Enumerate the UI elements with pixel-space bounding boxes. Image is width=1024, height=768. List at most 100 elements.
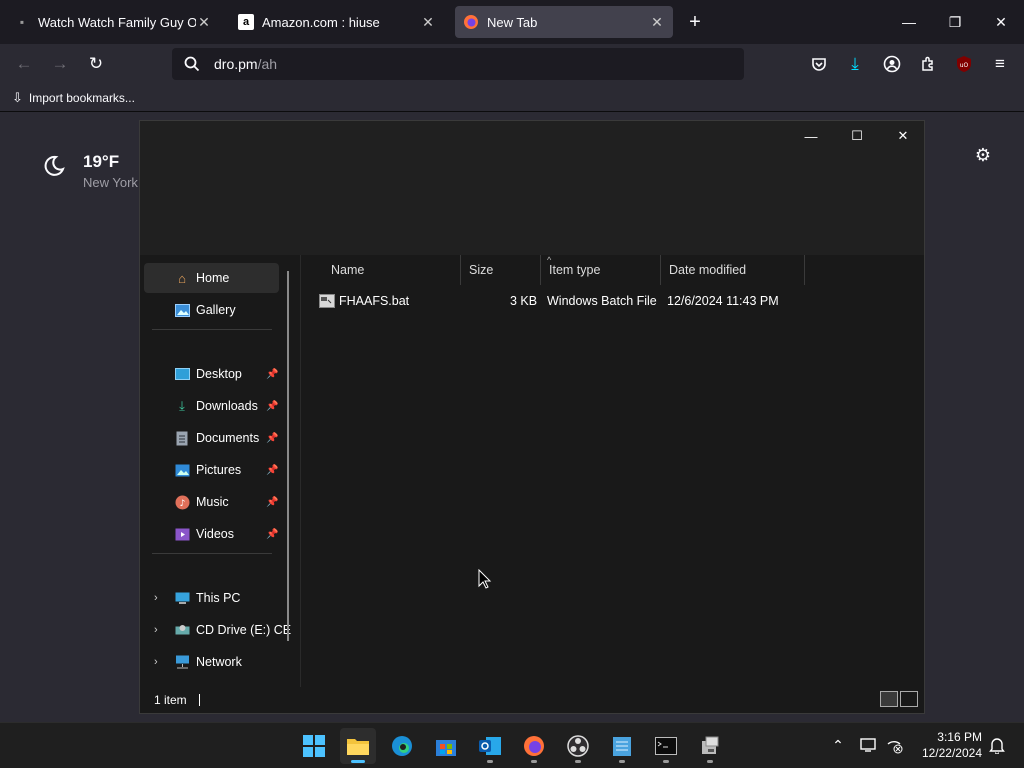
import-bookmarks-link[interactable]: Import bookmarks...	[29, 91, 135, 105]
forward-icon[interactable]: →	[44, 48, 76, 80]
restore-icon[interactable]: ❐	[932, 0, 978, 44]
display-icon[interactable]	[858, 734, 880, 756]
pin-icon: 📌	[266, 400, 279, 412]
file-date-modified: 12/6/2024 11:43 PM	[667, 294, 779, 308]
maximize-icon[interactable]: ☐	[834, 121, 880, 151]
system-clock[interactable]: 3:16 PM 12/22/2024	[912, 729, 982, 761]
tab-family-guy[interactable]: ▪ Watch Watch Family Guy Online ✕	[6, 6, 220, 38]
close-icon[interactable]: ✕	[880, 121, 926, 151]
running-indicator	[531, 760, 537, 763]
close-tab-icon[interactable]: ✕	[420, 14, 436, 31]
cd-drive-icon	[174, 622, 190, 638]
file-explorer-taskbar-icon[interactable]	[340, 728, 376, 764]
taskbar: ⌃ 3:16 PM 12/22/2024	[0, 722, 1024, 768]
chevron-right-icon[interactable]: ›	[154, 624, 158, 636]
firefox-icon	[463, 14, 479, 30]
navigation-pane: ⌂ Home Gallery Desktop 📌 ⤓ Downloads 📌 D…	[140, 255, 298, 687]
command-prompt-icon[interactable]	[648, 728, 684, 764]
nav-item-pictures[interactable]: Pictures 📌	[144, 455, 279, 485]
bell-icon[interactable]	[986, 734, 1008, 756]
pocket-icon[interactable]	[803, 48, 835, 80]
outlook-icon[interactable]	[472, 728, 508, 764]
nav-item-documents[interactable]: Documents 📌	[144, 423, 279, 453]
firefox-taskbar-icon[interactable]	[516, 728, 552, 764]
tab-amazon[interactable]: a Amazon.com : hiuse ✕	[230, 6, 444, 38]
bookmarks-toolbar: ⇩ Import bookmarks...	[0, 84, 1024, 112]
nav-item-this-pc[interactable]: › This PC	[144, 583, 279, 613]
column-header-size[interactable]: Size	[461, 255, 541, 285]
close-tab-icon[interactable]: ✕	[196, 14, 212, 31]
tab-title: Watch Watch Family Guy Online	[38, 14, 196, 30]
tiles-view-icon[interactable]	[900, 691, 918, 707]
nav-label: Music	[196, 495, 229, 509]
obs-icon[interactable]	[560, 728, 596, 764]
nav-item-videos[interactable]: Videos 📌	[144, 519, 279, 549]
nav-label: This PC	[196, 591, 241, 605]
running-indicator	[663, 760, 669, 763]
nav-item-desktop[interactable]: Desktop 📌	[144, 359, 279, 389]
nav-item-gallery[interactable]: Gallery	[144, 295, 279, 325]
details-view-icon[interactable]	[880, 691, 898, 707]
clock-date: 12/22/2024	[921, 746, 982, 760]
weather-location: New York	[83, 175, 138, 190]
back-icon[interactable]: ←	[8, 48, 40, 80]
file-size: 3 KB	[510, 294, 538, 308]
column-header-name[interactable]: Name	[323, 255, 461, 285]
downloads-icon[interactable]: ⤓	[839, 48, 871, 80]
start-windows-icon[interactable]	[296, 728, 332, 764]
running-indicator	[487, 760, 493, 763]
nav-label: Downloads	[196, 399, 258, 413]
file-row[interactable]: FHAAFS.bat 3 KB Windows Batch File 12/6/…	[317, 291, 797, 313]
running-indicator	[575, 760, 581, 763]
search-icon	[184, 56, 200, 72]
minimize-icon[interactable]: —	[886, 0, 932, 44]
chevron-right-icon[interactable]: ›	[154, 656, 158, 668]
network-status-icon[interactable]	[884, 734, 906, 756]
nav-item-downloads[interactable]: ⤓ Downloads 📌	[144, 391, 279, 421]
desktop-icon	[174, 366, 190, 382]
browser-toolbar: ← → ↻ dro.pm/ah ⤓ uO ≡	[0, 44, 1024, 84]
file-list: ^ Name Size Item type Date modified FHAA…	[300, 255, 924, 687]
nav-divider	[152, 329, 272, 330]
column-header-date-modified[interactable]: Date modified	[661, 255, 805, 285]
notepad-icon[interactable]	[604, 728, 640, 764]
close-window-icon[interactable]: ✕	[978, 0, 1024, 44]
column-header-type[interactable]: Item type	[541, 255, 661, 285]
address-bar[interactable]: dro.pm/ah	[172, 48, 744, 80]
nav-item-network[interactable]: › Network	[144, 647, 279, 677]
download-arrow-icon: ⤓	[179, 398, 185, 413]
new-tab-button[interactable]: +	[684, 10, 706, 34]
close-tab-icon[interactable]: ✕	[649, 14, 665, 31]
clock-time: 3:16 PM	[937, 730, 982, 744]
nav-item-cd-drive[interactable]: › CD Drive (E:) CE	[144, 615, 291, 645]
status-divider	[198, 694, 200, 706]
file-type: Windows Batch File	[547, 294, 657, 308]
gear-icon[interactable]: ⚙	[972, 144, 994, 166]
nav-item-home[interactable]: ⌂ Home	[144, 263, 279, 293]
reload-icon[interactable]: ↻	[80, 48, 112, 80]
nav-scrollbar[interactable]	[287, 271, 289, 641]
extensions-icon[interactable]	[912, 48, 944, 80]
pin-icon: 📌	[266, 496, 279, 508]
file-name: FHAAFS.bat	[339, 294, 410, 308]
nav-item-music[interactable]: ♪ Music 📌	[144, 487, 279, 517]
pin-icon: 📌	[266, 528, 279, 540]
weather-temperature: 19°F	[83, 152, 120, 171]
mouse-cursor-icon	[478, 569, 492, 589]
menu-icon[interactable]: ≡	[984, 48, 1016, 80]
setup-installer-icon[interactable]	[692, 728, 728, 764]
chevron-right-icon[interactable]: ›	[154, 592, 158, 604]
ublock-origin-icon[interactable]: uO	[948, 48, 980, 80]
running-indicator	[707, 760, 713, 763]
microsoft-store-icon[interactable]	[428, 728, 464, 764]
edge-icon[interactable]	[384, 728, 420, 764]
nav-label: Pictures	[196, 463, 242, 477]
account-icon[interactable]	[876, 48, 908, 80]
nav-label: Videos	[196, 527, 234, 541]
nav-label: Documents	[196, 431, 260, 445]
chevron-up-icon[interactable]: ⌃	[827, 734, 849, 756]
browser-tab-strip: ▪ Watch Watch Family Guy Online ✕ a Amaz…	[0, 0, 1024, 44]
minimize-icon[interactable]: —	[788, 121, 834, 151]
weather-moon-icon	[44, 155, 65, 176]
tab-new-tab[interactable]: New Tab ✕	[455, 6, 673, 38]
